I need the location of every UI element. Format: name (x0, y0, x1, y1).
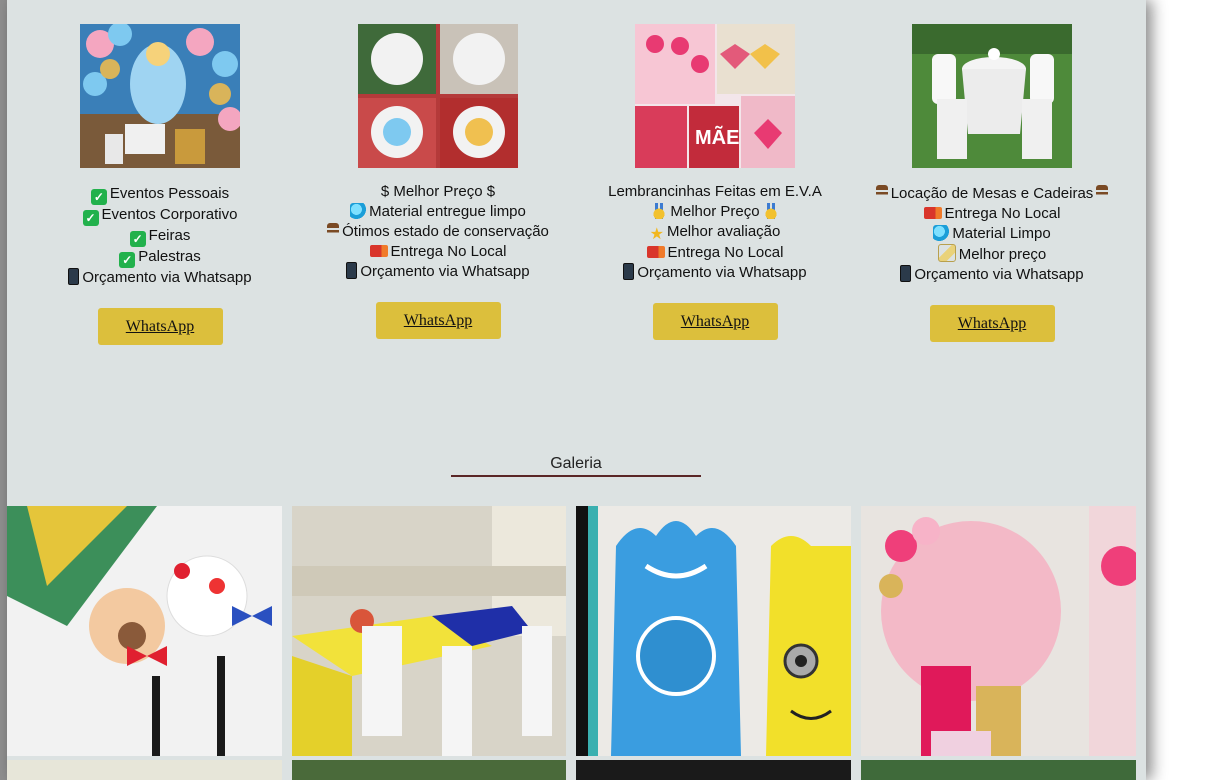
feature-line: Melhor Preço (580, 202, 850, 222)
gallery-title: Galeria (451, 455, 701, 477)
feature-line: Orçamento via Whatsapp (303, 262, 573, 282)
service-features-list: Lembrancinhas Feitas em E.V.A Melhor Pre… (580, 182, 850, 283)
service-features-list: Locação de Mesas e Cadeiras Entrega No L… (857, 184, 1127, 285)
gallery-image[interactable] (292, 506, 566, 756)
phone-icon (68, 268, 80, 285)
gallery-image[interactable] (7, 760, 282, 780)
feature-line: Ótimos estado de conservação (303, 222, 573, 242)
gallery-image[interactable] (861, 760, 1136, 780)
feature-line: Locação de Mesas e Cadeiras (857, 184, 1127, 204)
whatsapp-button[interactable]: WhatsApp (375, 302, 501, 339)
feature-line: Melhor preço (857, 244, 1127, 265)
truck-icon (369, 245, 388, 257)
whatsapp-button[interactable]: WhatsApp (929, 305, 1055, 342)
svg-text:MÃE: MÃE (695, 126, 739, 149)
cinderella-decoration-photo (80, 24, 240, 168)
chair-icon (875, 185, 888, 201)
feature-line: Orçamento via Whatsapp (580, 263, 850, 283)
gallery-image[interactable] (576, 506, 851, 756)
service-features-list: $ Melhor Preço $ Material entregue limpo… (303, 182, 573, 282)
star-icon: ★ (649, 226, 664, 243)
feature-line: Lembrancinhas Feitas em E.V.A (608, 183, 822, 200)
feature-line: Material Limpo (857, 224, 1127, 244)
whatsapp-button[interactable]: WhatsApp (97, 308, 223, 345)
check-icon: ✓ (129, 231, 146, 247)
gallery-image[interactable] (576, 760, 851, 780)
service-card-paineis: $ Melhor Preço $ Material entregue limpo… (303, 24, 573, 339)
service-features-list: ✓ Eventos Pessoais ✓ Eventos Corporativo ✓… (25, 184, 295, 288)
phone-icon (623, 263, 635, 280)
broom-icon (937, 244, 956, 262)
feature-line: Entrega No Local (857, 204, 1127, 224)
chair-icon (1096, 185, 1109, 201)
content-panel: ✓ Eventos Pessoais ✓ Eventos Corporativo ✓… (7, 0, 1146, 780)
service-card-eventos: ✓ Eventos Pessoais ✓ Eventos Corporativo ✓… (25, 24, 295, 345)
feature-line: ✓ Eventos Pessoais (25, 184, 295, 205)
table-chairs-photo (912, 24, 1072, 168)
feature-line: Entrega No Local (580, 243, 850, 263)
droplets-icon (350, 203, 367, 219)
feature-line: Entrega No Local (303, 242, 573, 262)
phone-icon (346, 262, 358, 279)
eva-souvenirs-photo: MÃE (635, 24, 795, 168)
medal-icon (651, 203, 668, 219)
check-icon: ✓ (90, 189, 107, 205)
feature-line: ✓ Eventos Corporativo (25, 205, 295, 226)
feature-line: Orçamento via Whatsapp (857, 265, 1127, 285)
whatsapp-button[interactable]: WhatsApp (652, 303, 778, 340)
chair-icon (327, 223, 340, 239)
service-card-lembrancinhas: MÃE Lembrancinhas Feitas em E.V.A Melhor… (580, 24, 850, 340)
feature-line: ✓ Feiras (25, 226, 295, 247)
feature-line: ★ Melhor avaliação (649, 223, 781, 243)
feature-line: $ Melhor Preço $ (380, 183, 496, 200)
feature-line: ✓ Palestras (25, 247, 295, 268)
feature-line: Orçamento via Whatsapp (25, 268, 295, 288)
round-panels-photo (358, 24, 518, 168)
page-left-edge (0, 0, 7, 780)
gallery-image[interactable] (292, 760, 566, 780)
check-icon: ✓ (119, 252, 136, 268)
gallery-image[interactable] (7, 506, 282, 756)
gallery-image[interactable] (861, 506, 1136, 756)
check-icon: ✓ (82, 210, 99, 226)
feature-line: Material entregue limpo (303, 202, 573, 222)
droplets-icon (933, 225, 950, 241)
medal-icon (762, 203, 779, 219)
truck-icon (923, 207, 942, 219)
service-card-mesas: Locação de Mesas e Cadeiras Entrega No L… (857, 24, 1127, 342)
phone-icon (900, 265, 912, 282)
truck-icon (646, 246, 665, 258)
